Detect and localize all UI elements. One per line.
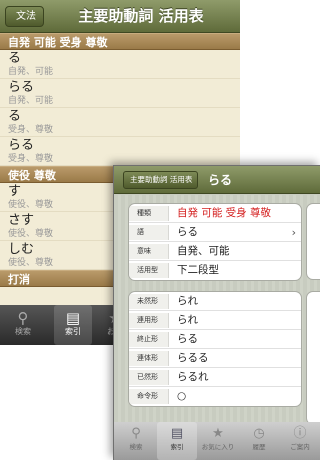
row-value: られ <box>177 314 198 326</box>
entry-meaning: 受身、尊敬 <box>8 125 54 135</box>
tab-favorites[interactable]: ★ お気に入り <box>198 422 238 460</box>
conjugation-row: 連用形 られ <box>129 311 301 330</box>
row-label: 連用形 <box>129 313 169 328</box>
search-icon: ⚲ <box>131 426 141 441</box>
info-row-word[interactable]: 語 らる › <box>129 223 301 242</box>
row-value: 自発 可能 受身 尊敬 <box>177 207 272 219</box>
row-value: 自発、可能 <box>177 245 230 257</box>
tab-label: お気に入り <box>201 443 235 451</box>
clock-icon: ◷ <box>253 426 265 441</box>
tab-label: ご案内 <box>290 443 310 451</box>
row-label: 種類 <box>129 206 169 221</box>
entry-word: らる <box>8 80 35 95</box>
row-value: られ <box>177 295 198 307</box>
back-button[interactable]: 主要助動詞 活用表 <box>123 171 199 189</box>
info-row-conjugation-type: 活用型 下二段型 <box>129 261 301 280</box>
row-value: らる <box>177 226 198 238</box>
info-icon: ⓘ <box>293 426 307 441</box>
entry-word: る <box>8 51 22 66</box>
row-label: 連体形 <box>129 351 169 366</box>
entry-meaning: 自発、可能 <box>8 96 54 106</box>
chevron-right-icon: › <box>291 226 296 239</box>
info-row-type: 種類 自発 可能 受身 尊敬 <box>129 204 301 223</box>
row-value: 下二段型 <box>177 264 219 276</box>
list-item[interactable]: る 受身、尊敬 <box>0 108 240 137</box>
conjugation-row: 終止形 らる <box>129 330 301 349</box>
page-title: 主要助動詞 活用表 <box>78 7 204 25</box>
adjacent-card <box>306 203 320 280</box>
row-label: 活用型 <box>129 263 169 278</box>
tab-search[interactable]: ⚲ 検索 <box>4 305 42 345</box>
row-value: らるれ <box>177 371 209 383</box>
info-group: 種類 自発 可能 受身 尊敬 語 らる › 意味 自発、可能 活用型 下二段型 <box>128 203 302 281</box>
info-row-meaning: 意味 自発、可能 <box>129 242 301 261</box>
back-button[interactable]: 文法 <box>5 6 44 27</box>
entry-meaning: 受身、尊敬 <box>8 154 54 164</box>
tab-index[interactable]: ▤ 索引 <box>157 422 197 460</box>
row-label: 語 <box>129 225 169 240</box>
entry-word: る <box>8 109 22 124</box>
tab-label: 検索 <box>15 327 31 336</box>
section-header: 自発 可能 受身 尊敬 <box>0 33 240 50</box>
row-label: 意味 <box>129 244 169 259</box>
row-label: 終止形 <box>129 332 169 347</box>
conjugation-row: 命令形 ○ <box>129 387 301 406</box>
book-icon: ▤ <box>65 309 81 327</box>
tab-index[interactable]: ▤ 索引 <box>54 305 92 345</box>
entry-word: らる <box>8 138 35 153</box>
tab-label: 索引 <box>170 443 184 451</box>
list-item[interactable]: らる 受身、尊敬 <box>0 137 240 166</box>
row-value: らるる <box>177 352 209 364</box>
tab-search[interactable]: ⚲ 検索 <box>116 422 156 460</box>
tab-bar: ⚲ 検索 ▤ 索引 ★ お気に入り ◷ 履歴 ⓘ ご案内 <box>114 422 320 460</box>
conjugation-row: 未然形 られ <box>129 292 301 311</box>
row-value: ○ <box>177 390 187 402</box>
tab-history[interactable]: ◷ 履歴 <box>239 422 279 460</box>
star-icon: ★ <box>212 426 224 441</box>
search-icon: ⚲ <box>17 309 29 327</box>
conjugation-row: 連体形 らるる <box>129 349 301 368</box>
tab-info[interactable]: ⓘ ご案内 <box>280 422 320 460</box>
entry-meaning: 自発、可能 <box>8 67 54 77</box>
row-label: 已然形 <box>129 370 169 385</box>
list-item[interactable]: る 自発、可能 <box>0 50 240 79</box>
list-item[interactable]: らる 自発、可能 <box>0 79 240 108</box>
nav-bar: 主要助動詞 活用表 らる <box>114 166 320 194</box>
page-title: らる <box>208 173 233 187</box>
row-value: らる <box>177 333 198 345</box>
book-icon: ▤ <box>170 426 184 441</box>
conjugation-row: 已然形 らるれ <box>129 368 301 387</box>
tab-label: 履歴 <box>252 443 266 451</box>
detail-content: 種類 自発 可能 受身 尊敬 語 らる › 意味 自発、可能 活用型 下二段型 … <box>114 195 320 446</box>
tab-label: 検索 <box>129 443 143 451</box>
adjacent-card <box>306 291 320 425</box>
detail-screen: 主要助動詞 活用表 らる 種類 自発 可能 受身 尊敬 語 らる › 意味 自発… <box>113 165 320 460</box>
row-label: 命令形 <box>129 389 169 404</box>
row-label: 未然形 <box>129 294 169 309</box>
nav-bar: 文法 主要助動詞 活用表 <box>0 0 240 33</box>
tab-label: 索引 <box>65 327 81 336</box>
conjugation-group: 未然形 られ 連用形 られ 終止形 らる 連体形 らるる 已然形 らるれ 命令形… <box>128 291 302 407</box>
